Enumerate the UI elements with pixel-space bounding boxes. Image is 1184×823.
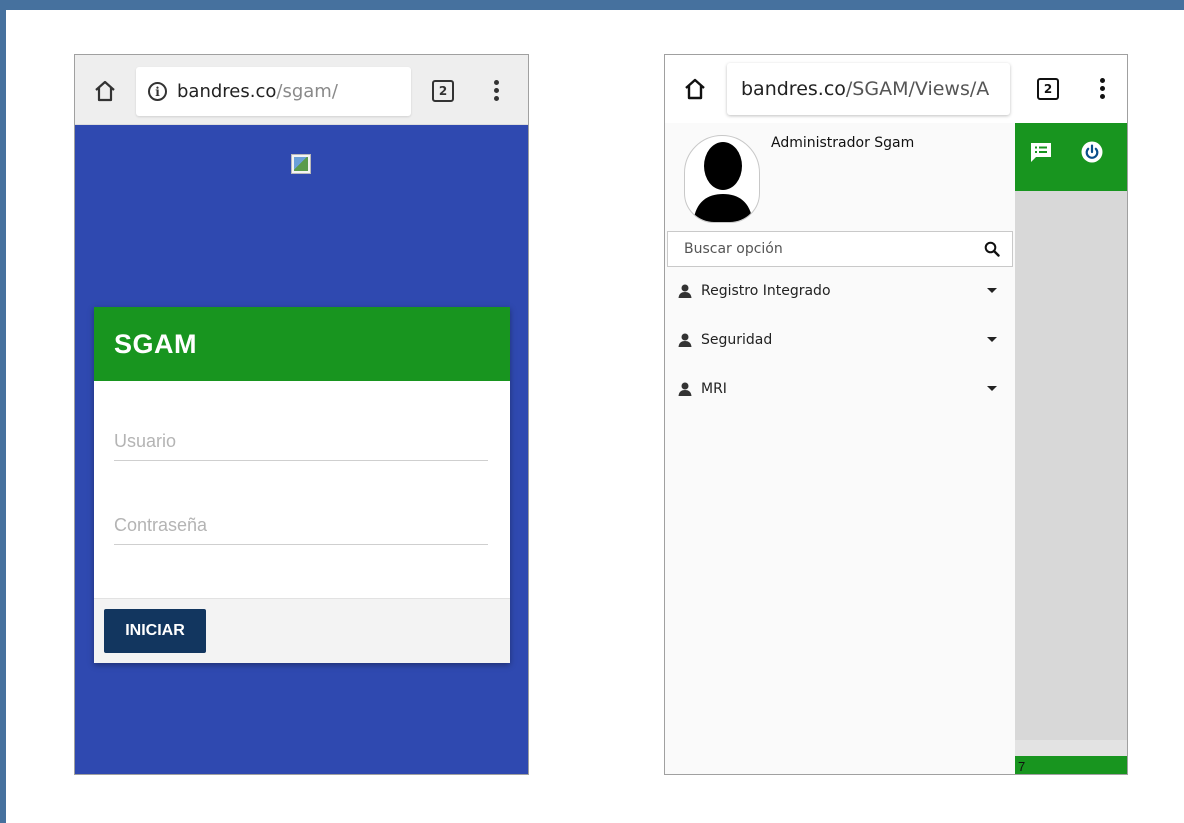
sidebar-item-label: MRI	[701, 381, 727, 397]
overflow-menu-icon[interactable]	[1099, 78, 1105, 100]
content-bottom-strip: 7	[1015, 740, 1127, 774]
tabs-icon[interactable]: 2	[1037, 78, 1059, 100]
phone-menu-screen: bandres.co/SGAM/Views/A 2 Administrador …	[664, 54, 1128, 775]
footer-text: 7	[1018, 759, 1026, 774]
phone-login-screen: i bandres.co/sgam/ 2 SGAM Usuario Contra…	[74, 54, 529, 775]
caret-down-icon	[987, 288, 997, 293]
login-header: SGAM	[94, 307, 510, 381]
sidebar-item-label: Seguridad	[701, 332, 773, 348]
password-field[interactable]: Contraseña	[114, 505, 488, 545]
power-icon[interactable]	[1081, 141, 1103, 163]
message-list-icon[interactable]	[1029, 140, 1053, 164]
home-icon[interactable]	[93, 79, 117, 103]
user-icon	[678, 284, 692, 298]
browser-toolbar: bandres.co/SGAM/Views/A 2	[665, 55, 1127, 123]
user-icon	[678, 333, 692, 347]
browser-toolbar: i bandres.co/sgam/ 2	[75, 55, 528, 125]
sidebar-menu: Administrador Sgam Buscar opción Registr…	[665, 123, 1015, 774]
search-input[interactable]: Buscar opción	[667, 231, 1013, 267]
user-icon	[678, 382, 692, 396]
password-placeholder: Contraseña	[114, 515, 208, 535]
avatar-silhouette-icon	[693, 142, 753, 222]
search-icon[interactable]	[984, 241, 1000, 257]
login-title: SGAM	[114, 328, 197, 359]
login-footer: INICIAR	[94, 598, 510, 663]
user-name: Administrador Sgam	[771, 135, 915, 151]
sidebar-item-label: Registro Integrado	[701, 283, 831, 299]
username-field[interactable]: Usuario	[114, 421, 488, 461]
sidebar-item-mri[interactable]: MRI	[665, 374, 1015, 404]
app-header-bar	[1015, 123, 1127, 191]
tabs-icon[interactable]: 2	[432, 80, 454, 102]
url-domain: bandres.co	[177, 81, 277, 102]
username-placeholder: Usuario	[114, 431, 177, 451]
footer-bar: 7	[1015, 756, 1127, 774]
overflow-menu-icon[interactable]	[493, 80, 499, 102]
sidebar-item-registro-integrado[interactable]: Registro Integrado	[665, 276, 1015, 306]
login-card: SGAM Usuario Contraseña INICIAR	[94, 307, 510, 663]
sidebar-item-seguridad[interactable]: Seguridad	[665, 325, 1015, 355]
caret-down-icon	[987, 386, 997, 391]
url-path: /sgam/	[276, 81, 338, 102]
main-content-pane: 7	[1015, 123, 1127, 774]
broken-image-icon	[291, 154, 311, 174]
address-bar[interactable]: bandres.co/SGAM/Views/A	[727, 63, 1010, 115]
caret-down-icon	[987, 337, 997, 342]
home-icon[interactable]	[683, 77, 707, 101]
address-bar[interactable]: i bandres.co/sgam/	[136, 67, 411, 116]
info-icon[interactable]: i	[148, 82, 167, 101]
login-button[interactable]: INICIAR	[104, 609, 206, 653]
avatar	[684, 135, 760, 223]
url-path: /SGAM/Views/A	[845, 78, 990, 100]
url-domain: bandres.co	[741, 78, 846, 100]
search-placeholder: Buscar opción	[684, 241, 783, 257]
